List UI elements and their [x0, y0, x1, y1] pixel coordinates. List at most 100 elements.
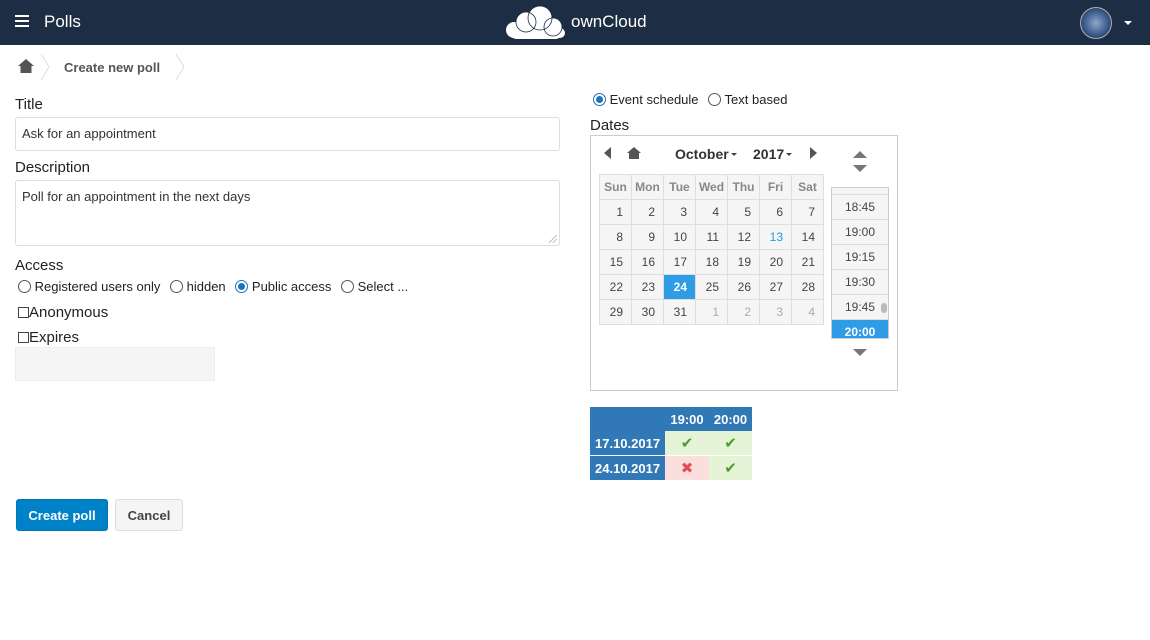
app-name[interactable]: Polls: [44, 12, 81, 32]
access-option-public[interactable]: Public access: [235, 279, 331, 294]
calendar-day[interactable]: 24: [663, 274, 696, 300]
anonymous-checkbox-row[interactable]: Anonymous: [18, 304, 108, 321]
today-home-icon[interactable]: [627, 147, 641, 159]
calendar-day[interactable]: 6: [759, 199, 792, 225]
calendar-day[interactable]: 1: [695, 299, 728, 325]
calendar-day[interactable]: 2: [727, 299, 760, 325]
resize-grip-icon[interactable]: [549, 235, 557, 243]
time-item[interactable]: 19:30: [832, 270, 888, 295]
calendar-day[interactable]: 4: [695, 199, 728, 225]
title-input[interactable]: Ask for an appointment: [15, 117, 560, 151]
brand-name: ownCloud: [571, 12, 647, 31]
summary-vote-cell[interactable]: ✖: [665, 456, 709, 480]
time-list-scrollbar[interactable]: [881, 303, 887, 313]
expires-checkbox-row[interactable]: Expires: [18, 329, 79, 346]
checkmark-icon: ✔: [724, 434, 737, 452]
expires-label: Expires: [29, 329, 80, 346]
access-option-hidden[interactable]: hidden: [169, 279, 226, 294]
calendar-day[interactable]: 27: [759, 274, 792, 300]
summary-vote-cell[interactable]: ✔: [709, 431, 752, 455]
summary-vote-cell[interactable]: ✔: [665, 431, 709, 455]
calendar-day[interactable]: 29: [599, 299, 632, 325]
time-item[interactable]: 19:00: [832, 220, 888, 245]
year-select[interactable]: 2017: [753, 146, 793, 162]
owncloud-logo[interactable]: [505, 5, 565, 40]
calendar-day[interactable]: 16: [631, 249, 664, 275]
access-option-registered[interactable]: Registered users only: [18, 279, 160, 294]
calendar-day[interactable]: 17: [663, 249, 696, 275]
time-scroll-up-icon[interactable]: [853, 151, 867, 158]
expires-date-input[interactable]: [15, 347, 215, 381]
calendar-day[interactable]: 26: [727, 274, 760, 300]
breadcrumb-current[interactable]: Create new poll: [64, 60, 160, 75]
time-item[interactable]: 20:00: [832, 320, 888, 338]
summary-date-label: 24.10.2017: [590, 456, 665, 480]
calendar-day[interactable]: 20: [759, 249, 792, 275]
radio-selected-icon[interactable]: [235, 280, 249, 293]
next-month-icon[interactable]: [810, 147, 817, 159]
user-avatar[interactable]: [1080, 7, 1112, 39]
calendar-day[interactable]: 4: [791, 299, 824, 325]
calendar-day[interactable]: 19: [727, 249, 760, 275]
poll-type-text-based[interactable]: Text based: [708, 92, 787, 107]
calendar-day[interactable]: 15: [599, 249, 632, 275]
description-textarea[interactable]: Poll for an appointment in the next days: [15, 180, 560, 246]
user-menu-caret-icon[interactable]: [1124, 21, 1132, 25]
calendar-day[interactable]: 31: [663, 299, 696, 325]
calendar-body: 1 2 3 4 5 6 7 8 9 10 11 12 13 14 15 16 17 18 19 20 21 22 23 24 2…: [599, 199, 824, 325]
poll-type-event-schedule[interactable]: Event schedule: [593, 92, 699, 107]
hamburger-menu-icon[interactable]: [15, 15, 29, 27]
weekday-header: Fri: [759, 174, 792, 200]
time-item[interactable]: 18:45: [832, 195, 888, 220]
calendar-day[interactable]: 14: [791, 224, 824, 250]
caret-down-icon: [786, 153, 793, 156]
date-picker: October 2017 Sun Mon Tue Wed Thu Fri Sat 12345…: [590, 135, 898, 391]
weekday-header: Thu: [727, 174, 760, 200]
radio-icon[interactable]: [341, 280, 355, 293]
summary-vote-cell[interactable]: ✔: [709, 456, 752, 480]
calendar-day[interactable]: 21: [791, 249, 824, 275]
calendar-day[interactable]: 11: [695, 224, 728, 250]
calendar-day[interactable]: 3: [663, 199, 696, 225]
calendar-day[interactable]: 12: [727, 224, 760, 250]
calendar-week-row: 29 30 31 1 2 3 4: [599, 299, 824, 325]
calendar-day[interactable]: 23: [631, 274, 664, 300]
dates-label: Dates: [590, 117, 630, 134]
calendar-day[interactable]: 22: [599, 274, 632, 300]
calendar-day[interactable]: 1: [599, 199, 632, 225]
month-select[interactable]: October: [675, 146, 737, 162]
calendar-day[interactable]: 25: [695, 274, 728, 300]
time-list-down-icon[interactable]: [853, 349, 867, 356]
time-item[interactable]: 19:45: [832, 295, 888, 320]
calendar-day[interactable]: 7: [791, 199, 824, 225]
prev-month-icon[interactable]: [604, 147, 611, 159]
cancel-button[interactable]: Cancel: [115, 499, 183, 531]
summary-date-label: 17.10.2017: [590, 431, 665, 455]
radio-icon[interactable]: [18, 280, 31, 293]
description-text: Poll for an appointment in the next days: [22, 189, 251, 204]
calendar-day[interactable]: 28: [791, 274, 824, 300]
weekday-header-row: Sun Mon Tue Wed Thu Fri Sat: [599, 174, 824, 200]
radio-icon[interactable]: [169, 280, 183, 293]
calendar-day[interactable]: 30: [631, 299, 664, 325]
top-header: Polls ownCloud: [0, 0, 1150, 45]
calendar-day[interactable]: 5: [727, 199, 760, 225]
anonymous-checkbox[interactable]: [18, 307, 29, 318]
radio-selected-icon[interactable]: [593, 93, 606, 106]
caret-down-icon: [730, 153, 737, 156]
create-poll-button[interactable]: Create poll: [16, 499, 108, 531]
home-icon[interactable]: [18, 59, 34, 73]
calendar-day[interactable]: 9: [631, 224, 664, 250]
calendar-day[interactable]: 13: [759, 224, 792, 250]
time-item[interactable]: 19:15: [832, 245, 888, 270]
calendar-day[interactable]: 18: [695, 249, 728, 275]
calendar-day[interactable]: 10: [663, 224, 696, 250]
access-option-select[interactable]: Select ...: [341, 279, 408, 294]
calendar-day[interactable]: 8: [599, 224, 632, 250]
calendar-week-row: 8 9 10 11 12 13 14: [599, 224, 824, 250]
expires-checkbox[interactable]: [18, 332, 29, 343]
time-scroll-down-icon[interactable]: [853, 165, 867, 172]
calendar-day[interactable]: 3: [759, 299, 792, 325]
calendar-day[interactable]: 2: [631, 199, 664, 225]
radio-icon[interactable]: [708, 93, 722, 106]
